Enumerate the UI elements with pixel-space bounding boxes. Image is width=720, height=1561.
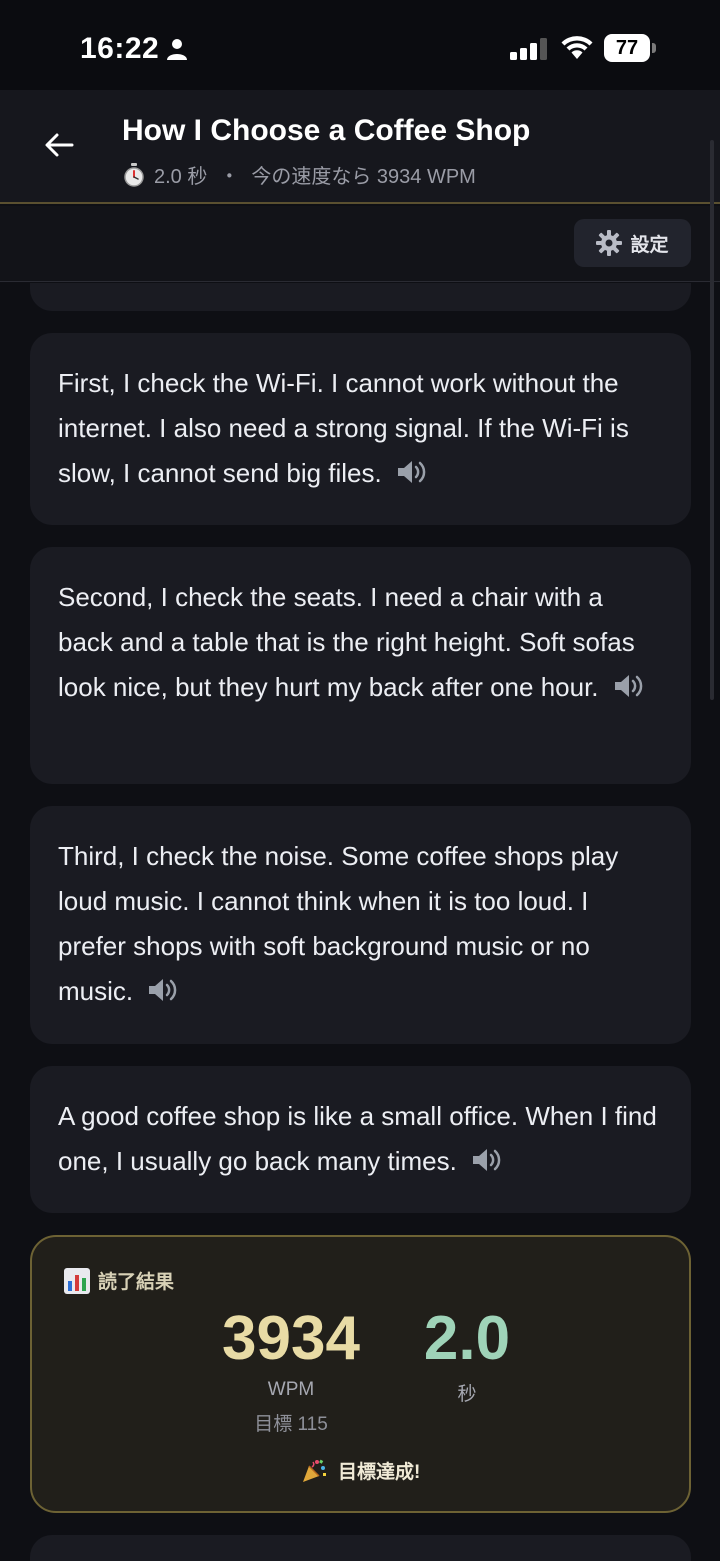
back-arrow-icon[interactable]: [44, 132, 74, 158]
bar-chart-icon: [64, 1267, 90, 1294]
separator: ・: [219, 166, 240, 188]
speaker-icon[interactable]: [612, 672, 644, 700]
seconds-value: 2.0: [423, 1304, 511, 1373]
article-title: How I Choose a Coffee Shop: [122, 114, 531, 147]
settings-label: 設定: [630, 234, 669, 256]
battery-icon: 77: [604, 34, 656, 62]
status-bar: 16:22 77: [0, 0, 720, 90]
wpm-unit: WPM: [267, 1379, 315, 1400]
party-popper-icon: [302, 1459, 326, 1482]
speaker-icon[interactable]: [395, 458, 427, 486]
article-content[interactable]: First, I check the Wi-Fi. I cannot work …: [0, 283, 720, 1561]
paragraph-text: First, I check the Wi-Fi. I cannot work …: [58, 368, 629, 488]
scrollbar[interactable]: [710, 140, 714, 700]
paragraph-card: A good coffee shop is like a small offic…: [30, 1066, 691, 1213]
paragraph-text: Second, I check the seats. I need a chai…: [58, 582, 635, 702]
speed-text: 今の速度なら 3934 WPM: [251, 166, 476, 188]
result-label-text: 読了結果: [98, 1272, 175, 1293]
battery-level: 77: [615, 37, 639, 59]
gear-icon: [596, 230, 623, 256]
toolbar: 設定: [0, 206, 720, 282]
paragraph-card: Third, I check the noise. Some coffee sh…: [30, 806, 691, 1044]
person-icon: [167, 39, 187, 60]
next-card: [30, 1535, 691, 1561]
reading-stats: 2.0 秒 ・ 今の速度なら 3934 WPM: [122, 160, 476, 189]
wpm-value: 3934: [222, 1304, 360, 1373]
goal-text: 目標 115: [254, 1414, 328, 1435]
paragraph-card: First, I check the Wi-Fi. I cannot work …: [30, 333, 691, 525]
result-card: 読了結果 3934 2.0 WPM 秒 目標 115 目標達成!: [30, 1235, 691, 1513]
paragraph-card: [30, 283, 691, 311]
paragraph-card: Second, I check the seats. I need a chai…: [30, 547, 691, 784]
signal-icon: [510, 38, 547, 60]
settings-button[interactable]: 設定: [574, 219, 691, 267]
speaker-icon[interactable]: [146, 976, 178, 1004]
seconds-unit: 秒: [457, 1384, 477, 1405]
paragraph-text: Third, I check the noise. Some coffee sh…: [58, 841, 619, 1006]
status-time: 16:22: [80, 32, 160, 65]
goal-achieved: 目標達成!: [32, 1457, 689, 1484]
article-header: How I Choose a Coffee Shop 2.0 秒 ・ 今の速度な…: [0, 90, 720, 204]
paragraph-text: A good coffee shop is like a small offic…: [58, 1101, 657, 1176]
elapsed-time: 2.0 秒: [154, 166, 208, 188]
stopwatch-icon: [124, 162, 144, 187]
speaker-icon[interactable]: [470, 1146, 502, 1174]
wifi-icon: [561, 36, 593, 59]
goal-achieved-text: 目標達成!: [337, 1462, 421, 1483]
result-label: 読了結果: [64, 1267, 174, 1294]
